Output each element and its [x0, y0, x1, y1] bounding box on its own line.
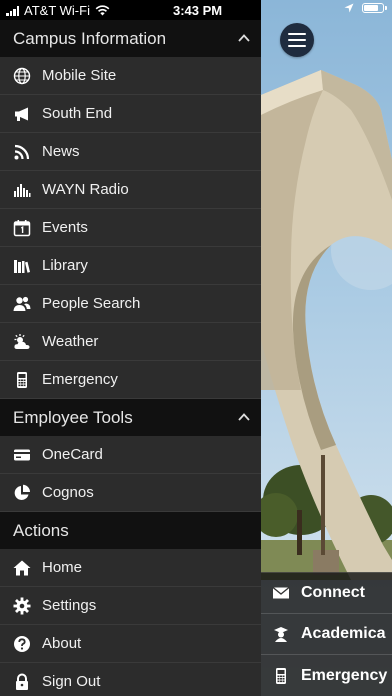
menu-item-about[interactable]: About — [0, 625, 261, 663]
status-bar: AT&T Wi-Fi 3:43 PM — [0, 0, 392, 22]
menu-item-label: Weather — [42, 333, 99, 350]
menu-item-emergency[interactable]: Emergency — [0, 361, 261, 399]
envelope-icon — [261, 584, 301, 602]
menu-item-wayn-radio[interactable]: WAYN Radio — [0, 171, 261, 209]
menu-item-label: Mobile Site — [42, 67, 117, 84]
quick-link-label: Academica — [301, 625, 386, 642]
location-arrow-icon — [344, 3, 354, 13]
menu-bar-line — [288, 33, 306, 35]
quick-link-connect[interactable]: Connect — [261, 572, 392, 613]
menu-item-label: News — [42, 143, 80, 160]
menu-item-label: Home — [42, 559, 83, 576]
pie-chart-icon — [0, 484, 42, 502]
quick-link-label: Connect — [301, 584, 365, 601]
menu-item-label: Library — [42, 257, 88, 274]
navigation-drawer: Campus Information Mobile Site South End… — [0, 0, 261, 696]
menu-bar-line — [288, 39, 306, 41]
menu-item-library[interactable]: Library — [0, 247, 261, 285]
menu-item-news[interactable]: News — [0, 133, 261, 171]
section-actions: Actions — [0, 512, 261, 549]
menu-toggle-button[interactable] — [280, 23, 314, 57]
quick-link-emergency[interactable]: Emergency — [261, 654, 392, 696]
menu-item-label: WAYN Radio — [42, 181, 129, 198]
wifi-icon — [95, 5, 110, 16]
rss-icon — [0, 143, 42, 161]
menu-item-home[interactable]: Home — [0, 549, 261, 587]
section-title: Actions — [13, 520, 69, 540]
clock: 3:43 PM — [173, 3, 223, 18]
chevron-up-icon[interactable] — [237, 410, 251, 424]
status-right — [344, 3, 387, 13]
weather-icon — [0, 333, 42, 351]
menu-item-south-end[interactable]: South End — [0, 95, 261, 133]
home-icon — [0, 559, 42, 577]
section-employee-tools[interactable]: Employee Tools — [0, 399, 261, 436]
books-icon — [0, 257, 42, 275]
menu-item-mobile-site[interactable]: Mobile Site — [0, 57, 261, 95]
menu-item-settings[interactable]: Settings — [0, 587, 261, 625]
menu-item-cognos[interactable]: Cognos — [0, 474, 261, 512]
graduate-icon — [261, 625, 301, 643]
quick-link-academica[interactable]: Academica — [261, 613, 392, 654]
phone-icon — [261, 667, 301, 685]
menu-item-sign-out[interactable]: Sign Out — [0, 663, 261, 696]
gear-icon — [0, 597, 42, 615]
carrier-group: AT&T Wi-Fi — [6, 3, 110, 18]
menu-item-label: About — [42, 635, 82, 652]
menu-item-weather[interactable]: Weather — [0, 323, 261, 361]
menu-item-people-search[interactable]: People Search — [0, 285, 261, 323]
phone-icon — [0, 371, 42, 389]
menu-item-label: Events — [42, 219, 88, 236]
menu-item-label: Emergency — [42, 371, 118, 388]
carrier-label: AT&T Wi-Fi — [24, 3, 90, 18]
signal-icon — [6, 5, 19, 16]
menu-item-onecard[interactable]: OneCard — [0, 436, 261, 474]
section-title: Employee Tools — [13, 407, 133, 427]
lock-icon — [0, 673, 42, 691]
menu-item-label: OneCard — [42, 446, 103, 463]
menu-item-label: South End — [42, 105, 113, 122]
section-title: Campus Information — [13, 28, 167, 48]
section-campus-information[interactable]: Campus Information — [0, 20, 261, 57]
card-icon — [0, 446, 42, 464]
quick-link-label: Emergency — [301, 666, 388, 684]
menu-item-events[interactable]: Events — [0, 209, 261, 247]
question-icon — [0, 635, 42, 653]
menu-bar-line — [288, 45, 306, 47]
chevron-up-icon[interactable] — [237, 31, 251, 45]
calendar-icon — [0, 219, 42, 237]
people-icon — [0, 295, 42, 313]
megaphone-icon — [0, 105, 42, 123]
menu-item-label: Settings — [42, 597, 97, 614]
menu-item-label: People Search — [42, 295, 141, 312]
menu-item-label: Cognos — [42, 484, 94, 501]
equalizer-icon — [0, 181, 42, 199]
menu-item-label: Sign Out — [42, 673, 101, 690]
globe-icon — [0, 67, 42, 85]
battery-icon — [362, 3, 387, 13]
